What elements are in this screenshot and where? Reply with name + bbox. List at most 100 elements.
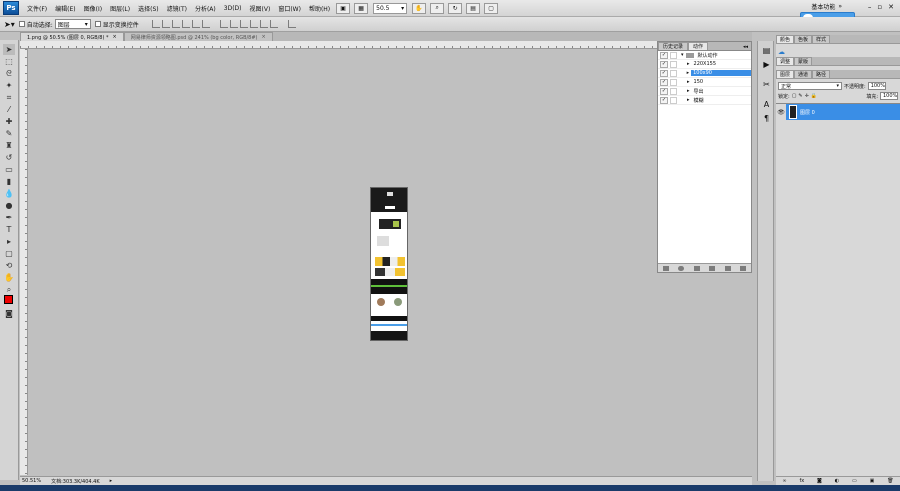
align-top-icon[interactable] bbox=[151, 20, 160, 28]
dialog-toggle[interactable] bbox=[669, 69, 677, 77]
lasso-tool-icon[interactable]: ᘓ bbox=[3, 68, 15, 79]
close-icon[interactable]: × bbox=[262, 34, 266, 40]
actions-panel-icon[interactable]: ▶ bbox=[761, 59, 772, 70]
lock-all-icon[interactable]: 🔒 bbox=[811, 93, 817, 99]
triangle-right-icon[interactable]: ▸ bbox=[687, 70, 690, 76]
move-tool-icon[interactable]: ➤▾ bbox=[4, 20, 15, 29]
opacity-input[interactable]: 100% bbox=[867, 82, 886, 90]
triangle-down-icon[interactable]: ▾ bbox=[681, 52, 684, 58]
marquee-tool-icon[interactable]: ⬚ bbox=[3, 56, 15, 67]
blur-tool-icon[interactable]: 💧 bbox=[3, 188, 15, 199]
type-tool-icon[interactable]: T bbox=[3, 224, 15, 235]
restore-icon[interactable]: ▫ bbox=[877, 3, 882, 11]
triangle-right-icon[interactable]: ▸ bbox=[687, 97, 690, 103]
hand-tool-icon[interactable]: ✋ bbox=[3, 272, 15, 283]
fill-input[interactable]: 100% bbox=[880, 92, 898, 100]
menu-help[interactable]: 帮助(H) bbox=[305, 4, 334, 13]
menu-layer[interactable]: 图层(L) bbox=[106, 4, 134, 13]
healing-brush-icon[interactable]: ✚ bbox=[3, 116, 15, 127]
tab-masks[interactable]: 蒙版 bbox=[794, 57, 813, 65]
align-vcenter-icon[interactable] bbox=[161, 20, 170, 28]
action-item-selected[interactable]: ✓ ▸ 100x90 bbox=[658, 69, 751, 78]
dialog-toggle[interactable] bbox=[670, 60, 677, 68]
new-action-icon[interactable] bbox=[724, 265, 731, 271]
stop-icon[interactable] bbox=[662, 265, 669, 271]
foreground-color-swatch[interactable] bbox=[4, 295, 13, 304]
align-bottom-icon[interactable] bbox=[171, 20, 180, 28]
close-icon[interactable]: × bbox=[113, 34, 117, 40]
history-brush-icon[interactable]: ↺ bbox=[3, 152, 15, 163]
dialog-toggle[interactable] bbox=[670, 78, 677, 86]
blend-mode-dropdown[interactable]: 正常 ▾ bbox=[778, 82, 842, 90]
rotate-view-icon[interactable]: ↻ bbox=[448, 2, 463, 14]
record-icon[interactable] bbox=[678, 265, 685, 271]
layer-name[interactable]: 图层 0 bbox=[800, 109, 815, 116]
show-transform-checkbox[interactable] bbox=[94, 21, 101, 27]
clone-stamp-icon[interactable]: ♜ bbox=[3, 140, 15, 151]
add-mask-icon[interactable]: ◙ bbox=[817, 478, 822, 484]
tab-document-1[interactable]: 1.png @ 50.5% (图层 0, RGB/8) * × bbox=[20, 32, 124, 41]
menu-select[interactable]: 选择(S) bbox=[134, 4, 163, 13]
mini-bridge-icon[interactable]: ▦ bbox=[354, 2, 369, 14]
zoom-readout[interactable]: 50.51% bbox=[22, 478, 41, 484]
fx-icon[interactable]: fx bbox=[799, 478, 804, 484]
menu-image[interactable]: 图像(I) bbox=[80, 4, 106, 13]
shape-tool-icon[interactable]: ▢ bbox=[3, 248, 15, 259]
workspace-switcher[interactable]: 基本功能 » bbox=[811, 2, 842, 11]
cloud-icon[interactable]: ☁ bbox=[778, 48, 785, 56]
gradient-tool-icon[interactable]: ▮ bbox=[3, 176, 15, 187]
distribute-left-icon[interactable] bbox=[249, 20, 258, 28]
eye-icon[interactable]: 👁 bbox=[776, 103, 786, 121]
action-item[interactable]: ✓ ▸ 220X155 bbox=[658, 60, 751, 69]
auto-align-icon[interactable] bbox=[287, 20, 296, 28]
tab-styles[interactable]: 样式 bbox=[812, 35, 831, 43]
magic-wand-icon[interactable]: ✦ bbox=[3, 80, 15, 91]
triangle-right-icon[interactable]: ▸ bbox=[687, 79, 690, 85]
action-item[interactable]: ✓ ▸ 150 bbox=[658, 78, 751, 87]
action-item[interactable]: ✓ ▸ 导出 bbox=[658, 87, 751, 96]
action-set-default[interactable]: ✓ ▾ 默认动作 bbox=[658, 51, 751, 60]
tab-layers[interactable]: 图层 bbox=[776, 70, 795, 78]
path-select-icon[interactable]: ▸ bbox=[3, 236, 15, 247]
chevron-right-icon[interactable]: ▸ bbox=[110, 478, 113, 484]
tool-presets-icon[interactable]: ✂ bbox=[761, 79, 772, 90]
new-set-icon[interactable] bbox=[709, 265, 716, 271]
distribute-vcenter-icon[interactable] bbox=[229, 20, 238, 28]
screen-mode-icon[interactable]: ▢ bbox=[484, 2, 499, 14]
tab-document-2[interactable]: 网易律师资源领略图.psd @ 241% (bg color, RGB/8#) × bbox=[123, 32, 273, 41]
menu-view[interactable]: 视图(V) bbox=[246, 4, 275, 13]
tab-actions[interactable]: 动作 bbox=[688, 42, 709, 50]
tab-channels[interactable]: 通道 bbox=[794, 70, 813, 78]
dodge-tool-icon[interactable]: ● bbox=[3, 200, 15, 211]
tab-history[interactable]: 历史记录 bbox=[658, 42, 689, 50]
action-item[interactable]: ✓ ▸ 模糊 bbox=[658, 96, 751, 105]
align-left-icon[interactable] bbox=[181, 20, 190, 28]
distribute-right-icon[interactable] bbox=[269, 20, 278, 28]
toggle-checkbox[interactable]: ✓ bbox=[660, 78, 668, 86]
play-icon[interactable] bbox=[693, 265, 700, 271]
history-panel-icon[interactable]: ▤ bbox=[761, 45, 772, 56]
triangle-right-icon[interactable]: ▸ bbox=[687, 61, 690, 67]
zoom-dropdown[interactable]: 50.5 ▾ bbox=[373, 2, 408, 14]
distribute-top-icon[interactable] bbox=[219, 20, 228, 28]
toggle-checkbox[interactable]: ✓ bbox=[660, 96, 668, 104]
auto-select-checkbox[interactable] bbox=[18, 21, 25, 27]
zoom-tool-icon[interactable]: ⌕ bbox=[3, 284, 15, 295]
pen-tool-icon[interactable]: ✒ bbox=[3, 212, 15, 223]
menu-edit[interactable]: 编辑(E) bbox=[51, 4, 79, 13]
quick-mask-icon[interactable]: ◙ bbox=[3, 308, 15, 319]
eyedropper-icon[interactable]: ⁄ bbox=[3, 104, 15, 115]
menu-file[interactable]: 文件(F) bbox=[23, 4, 51, 13]
triangle-right-icon[interactable]: ▸ bbox=[687, 88, 690, 94]
tab-paths[interactable]: 路径 bbox=[812, 70, 831, 78]
panel-collapse-icon[interactable]: ◂◂ bbox=[743, 44, 751, 50]
menu-3d[interactable]: 3D(D) bbox=[220, 5, 246, 12]
minimize-icon[interactable]: – bbox=[868, 3, 872, 11]
trash-icon[interactable]: 🗑 bbox=[887, 478, 893, 484]
menu-window[interactable]: 窗口(W) bbox=[274, 4, 305, 13]
tab-color[interactable]: 颜色 bbox=[776, 35, 795, 43]
distribute-bottom-icon[interactable] bbox=[239, 20, 248, 28]
align-hcenter-icon[interactable] bbox=[191, 20, 200, 28]
lock-pixels-icon[interactable]: ✎ bbox=[798, 93, 802, 99]
dialog-toggle[interactable] bbox=[670, 87, 677, 95]
